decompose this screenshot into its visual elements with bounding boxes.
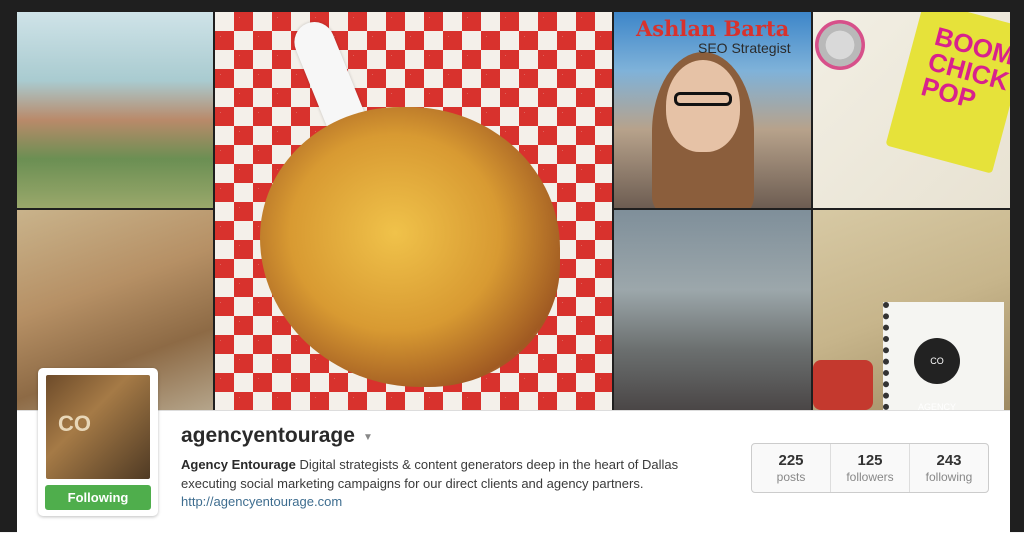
- profile-website-link[interactable]: http://agencyentourage.com: [181, 494, 342, 509]
- stat-following[interactable]: 243 following: [909, 444, 988, 492]
- photo-carnival[interactable]: [17, 12, 213, 208]
- portrait-name: Ashlan Barta: [636, 16, 790, 41]
- photo-loaded-fries[interactable]: [215, 12, 612, 410]
- profile-stats: 225 posts 125 followers 243 following: [751, 443, 989, 493]
- photo-portrait[interactable]: Ashlan Barta SEO Strategist: [614, 12, 811, 208]
- avatar[interactable]: CO: [46, 375, 150, 479]
- profile-display-name: Agency Entourage: [181, 457, 296, 472]
- portrait-role: SEO Strategist: [698, 40, 791, 56]
- stat-posts-count: 225: [778, 452, 804, 469]
- photo-magazine-notebook[interactable]: CO AGENCY: [813, 210, 1010, 410]
- snack-bag-graphic: BOOM CHICK POP: [885, 12, 1010, 174]
- fries-graphic: [260, 107, 560, 387]
- agency-logo-badge: CO AGENCY: [914, 338, 960, 410]
- stat-followers-count: 125: [857, 452, 883, 469]
- avatar-card: CO Following: [38, 368, 158, 516]
- avatar-text: CO: [58, 411, 91, 436]
- stat-followers[interactable]: 125 followers: [830, 444, 909, 492]
- stat-following-count: 243: [936, 452, 962, 469]
- photo-snack[interactable]: BOOM CHICK POP: [813, 12, 1010, 208]
- photo-city-street[interactable]: [614, 210, 811, 410]
- username-dropdown-icon[interactable]: ▼: [363, 432, 373, 443]
- stat-posts-label: posts: [776, 470, 806, 484]
- snack-bag-text: BOOM CHICK POP: [918, 20, 1010, 115]
- stat-following-label: following: [925, 470, 973, 484]
- soda-can-graphic: [815, 20, 865, 70]
- profile-username: agencyentourage: [181, 424, 355, 447]
- coffee-cup-graphic: [813, 360, 873, 410]
- stat-followers-label: followers: [846, 470, 894, 484]
- photo-grid: Ashlan Barta SEO Strategist BOOM CHICK P…: [17, 12, 1010, 410]
- profile-bio: Agency Entourage Digital strategists & c…: [181, 455, 721, 493]
- stat-posts[interactable]: 225 posts: [752, 444, 830, 492]
- following-button[interactable]: Following: [45, 485, 151, 510]
